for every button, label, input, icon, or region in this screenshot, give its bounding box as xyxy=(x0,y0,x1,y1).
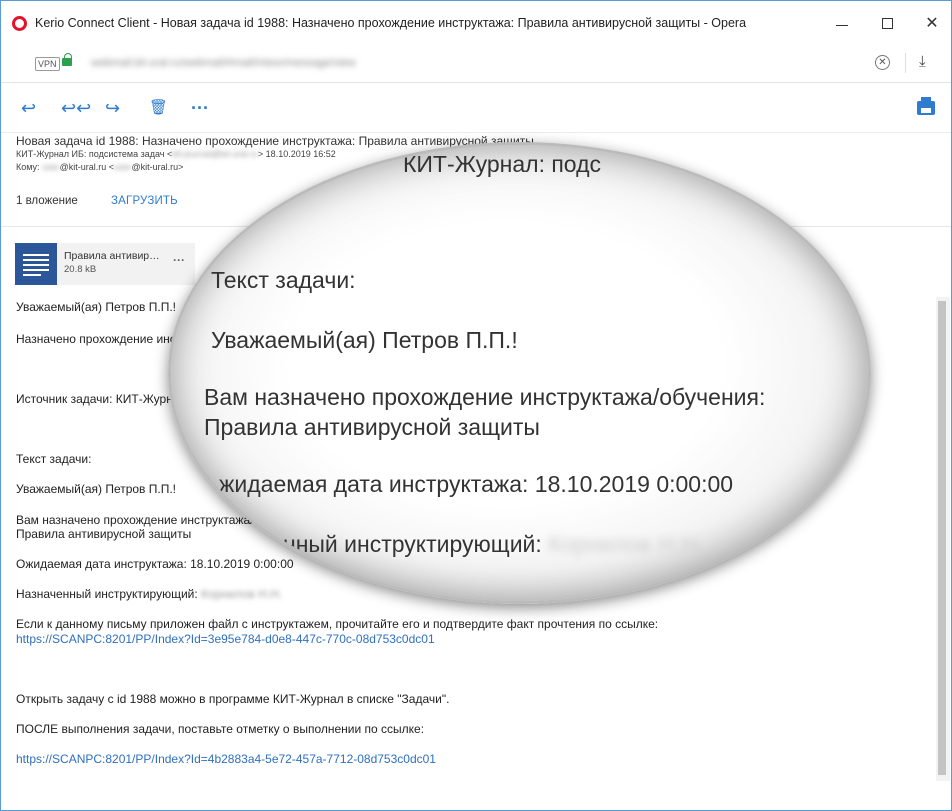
body-expected-date: Ожидаемая дата инструктажа: 18.10.2019 0… xyxy=(16,557,294,571)
forward-icon[interactable]: ↪ xyxy=(105,98,120,118)
minimize-icon xyxy=(836,24,848,26)
confirm-read-link[interactable]: https://SCANPC:8201/PP/Index?Id=3e95e784… xyxy=(16,632,435,646)
word-document-icon xyxy=(15,243,57,285)
vpn-badge[interactable]: VPN xyxy=(35,57,60,71)
reply-all-icon[interactable]: ↩↩ xyxy=(61,98,91,118)
trash-icon[interactable]: 🗑 xyxy=(149,98,168,118)
magnified-assigned-1: Вам назначено прохождение инструктажа/об… xyxy=(204,384,766,410)
body-instructor: Назначенный инструктирующий: Корнилов Н.… xyxy=(16,587,283,601)
body-greeting: Уважаемый(ая) Петров П.П.! xyxy=(16,300,177,314)
download-icon[interactable]: ⤓ xyxy=(919,53,926,70)
close-button[interactable]: ✕ xyxy=(917,11,947,35)
magnified-instructor: нный инструктирующий: Корнилов Н.Н. xyxy=(283,531,704,557)
mark-complete-link[interactable]: https://SCANPC:8201/PP/Index?Id=4b2883a4… xyxy=(16,752,436,766)
attachment-card[interactable]: Правила антивир… 20.8 kB ··· xyxy=(15,243,195,285)
magnified-task-label: Текст задачи: xyxy=(211,267,356,293)
url-field[interactable]: webmail.kit-ural.ru/webmail/#mail/Inbox/… xyxy=(91,57,861,69)
magnified-assigned-2: Правила антивирусной защиты xyxy=(204,414,540,440)
scrollbar[interactable] xyxy=(936,297,950,781)
body-assigned-full-2: Правила антивирусной защиты xyxy=(16,527,192,541)
opera-logo-icon[interactable] xyxy=(12,16,27,31)
attachment-size: 20.8 kB xyxy=(64,264,97,275)
magnified-greeting: Уважаемый(ая) Петров П.П.! xyxy=(211,327,518,353)
magnified-header-fragment: КИТ-Журнал: подс xyxy=(403,151,602,177)
maximize-icon xyxy=(881,17,893,29)
body-after-note: ПОСЛЕ выполнения задачи, поставьте отмет… xyxy=(16,722,425,736)
mail-toolbar: ↩ ↩↩ ↪ 🗑 ··· xyxy=(1,83,951,133)
sender-email: kit-journal@kit-ural.ru xyxy=(172,149,258,159)
attachment-name[interactable]: Правила антивир… xyxy=(64,250,160,262)
lock-icon[interactable] xyxy=(62,53,72,66)
clear-url-icon[interactable]: ✕ xyxy=(875,55,890,70)
body-open-task: Открыть задачу с id 1988 можно в програм… xyxy=(16,692,450,706)
body-attached-note: Если к данному письму приложен файл с ин… xyxy=(16,617,659,631)
address-bar: VPN webmail.kit-ural.ru/webmail/#mail/In… xyxy=(1,45,951,83)
window-title: Kerio Connect Client - Новая задача id 1… xyxy=(35,16,747,30)
title-bar: Kerio Connect Client - Новая задача id 1… xyxy=(1,1,951,45)
body-task-greeting: Уважаемый(ая) Петров П.П.! xyxy=(16,482,177,496)
address-divider xyxy=(905,53,906,73)
instructor-name: Корнилов Н.Н. xyxy=(201,587,283,601)
reply-icon[interactable]: ↩ xyxy=(21,98,36,118)
maximize-button[interactable] xyxy=(872,11,902,35)
download-all-button[interactable]: ЗАГРУЗИТЬ xyxy=(111,195,178,207)
print-icon[interactable] xyxy=(917,97,935,115)
more-actions-button[interactable]: ··· xyxy=(191,98,209,118)
attachment-count: 1 вложение xyxy=(16,195,78,207)
minimize-button[interactable] xyxy=(827,11,857,35)
attachment-menu-button[interactable]: ··· xyxy=(173,253,185,267)
magnifier-overlay: КИТ-Журнал: подс Текст задачи: Уважаемый… xyxy=(168,142,871,604)
magnified-expected-date: жидаемая дата инструктажа: 18.10.2019 0:… xyxy=(219,471,734,497)
browser-window: Kerio Connect Client - Новая задача id 1… xyxy=(0,0,952,811)
scroll-thumb[interactable] xyxy=(938,301,946,775)
body-task-label: Текст задачи: xyxy=(16,452,92,466)
